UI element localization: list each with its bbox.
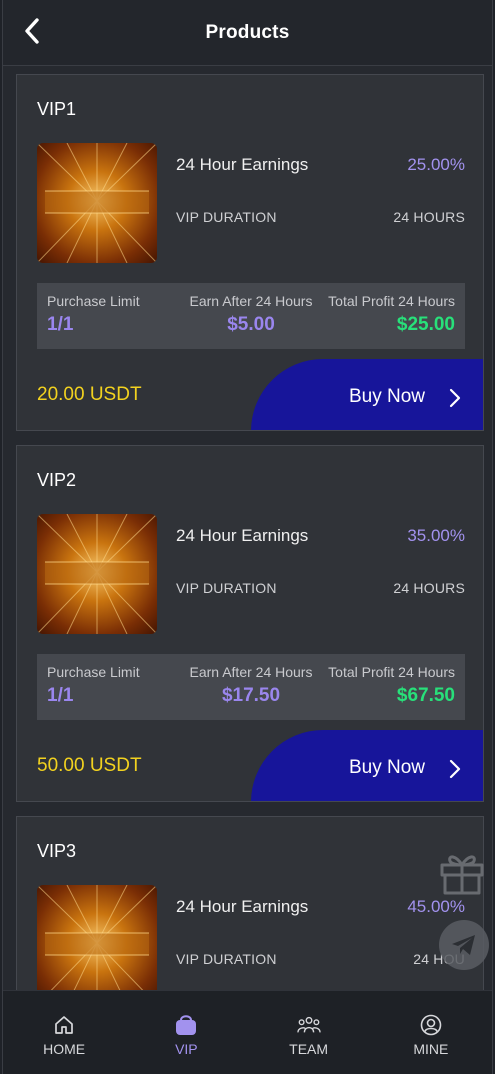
duration-value: 24 HOURS: [393, 580, 465, 596]
buy-now-label: Buy Now: [349, 757, 426, 778]
tab-vip[interactable]: VIP: [125, 991, 247, 1074]
tab-home[interactable]: HOME: [3, 991, 125, 1074]
duration-label: VIP DURATION: [176, 209, 277, 225]
tab-mine-label: MINE: [413, 1041, 449, 1057]
total-profit-label: Total Profit 24 Hours: [328, 664, 455, 680]
vip-badge-image: [37, 143, 157, 263]
product-card-vip3: VIP3 24 Hour Earnings 45.00% VIP DURATIO…: [16, 816, 484, 990]
telegram-icon: [452, 935, 475, 955]
gift-button[interactable]: [436, 845, 488, 897]
telegram-button[interactable]: [439, 920, 489, 970]
buy-now-button[interactable]: Buy Now: [251, 730, 483, 801]
tab-team-label: TEAM: [289, 1041, 329, 1057]
back-button[interactable]: [17, 14, 47, 48]
vip1-image: [37, 143, 157, 263]
stats-panel: Purchase Limit 1/1 Earn After 24 Hours $…: [37, 654, 465, 720]
team-icon: [296, 1013, 321, 1037]
product-name: VIP3: [37, 841, 77, 861]
earnings-rate: 45.00%: [407, 897, 465, 916]
product-card-vip1: VIP1 24 Hour Earnings 25.00% VIP DURATIO…: [16, 74, 484, 431]
chevron-right-icon: [449, 388, 461, 408]
home-icon: [52, 1013, 76, 1037]
tab-home-label: HOME: [43, 1041, 86, 1057]
vip-badge-image: [37, 885, 157, 990]
total-profit-value: $25.00: [396, 314, 455, 335]
earnings-label: 24 Hour Earnings: [176, 526, 309, 545]
chevron-right-icon: [449, 759, 461, 779]
earnings-label: 24 Hour Earnings: [176, 155, 309, 174]
gift-icon: [440, 855, 484, 895]
earnings-label: 24 Hour Earnings: [176, 897, 309, 916]
tab-vip-label: VIP: [175, 1041, 198, 1057]
vip-badge-image: [37, 514, 157, 634]
earnings-rate: 35.00%: [407, 526, 465, 545]
duration-label: VIP DURATION: [176, 580, 277, 596]
duration-value: 24 HOURS: [393, 209, 465, 225]
vip3-image: [37, 885, 157, 990]
vip-bag-icon: [174, 1013, 198, 1037]
buy-now-button[interactable]: Buy Now: [251, 359, 483, 430]
user-icon: [419, 1013, 443, 1037]
product-price: 20.00 USDT: [37, 384, 142, 405]
vip2-image: [37, 514, 157, 634]
earnings-rate: 25.00%: [407, 155, 465, 174]
app-screen: Products VIP1 24 Hour Earnings 25.00% VI…: [2, 0, 493, 1074]
product-list[interactable]: VIP1 24 Hour Earnings 25.00% VIP DURATIO…: [3, 66, 492, 990]
top-bar: Products: [3, 0, 492, 66]
buy-now-label: Buy Now: [349, 386, 426, 407]
tab-team[interactable]: TEAM: [248, 991, 370, 1074]
page-title: Products: [205, 21, 290, 43]
total-profit-label: Total Profit 24 Hours: [328, 293, 455, 309]
bottom-tab-bar: HOME VIP TEAM MINE: [3, 990, 492, 1074]
product-name: VIP2: [37, 470, 77, 490]
total-profit-value: $67.50: [396, 685, 455, 706]
chevron-left-icon: [25, 18, 39, 44]
duration-label: VIP DURATION: [176, 951, 277, 967]
product-price: 50.00 USDT: [37, 755, 142, 776]
stats-panel: Purchase Limit 1/1 Earn After 24 Hours $…: [37, 283, 465, 349]
tab-mine[interactable]: MINE: [370, 991, 492, 1074]
product-name: VIP1: [37, 99, 77, 119]
product-card-vip2: VIP2 24 Hour Earnings 35.00% VIP DURATIO…: [16, 445, 484, 802]
